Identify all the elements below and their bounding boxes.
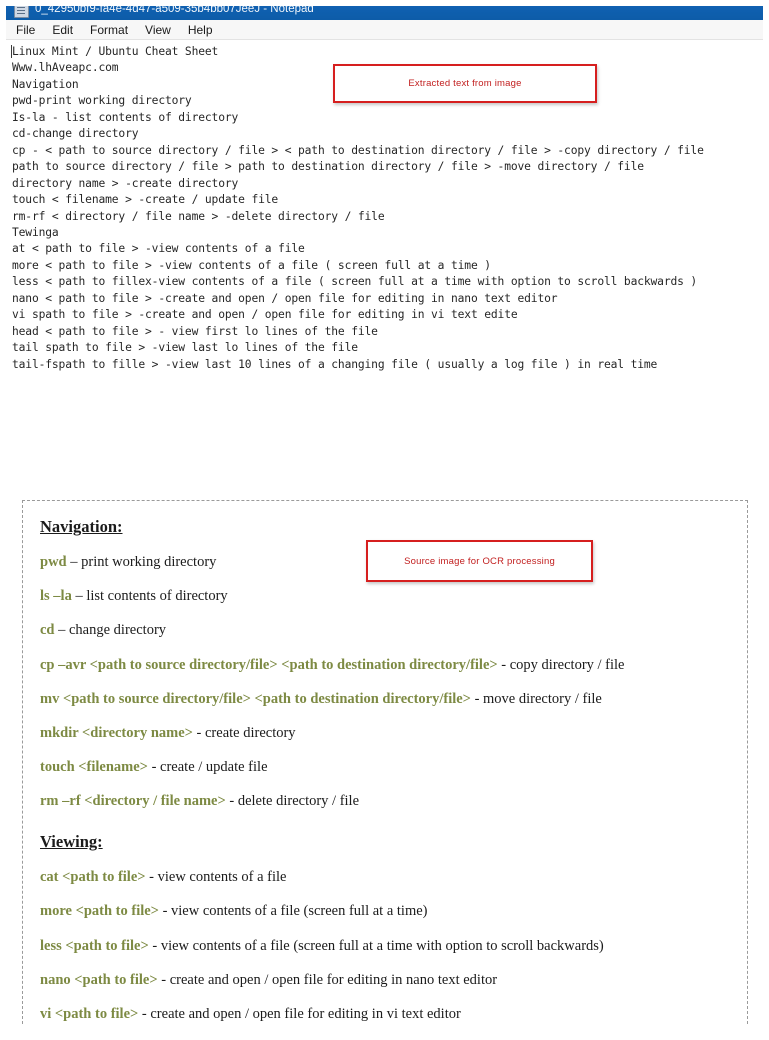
doc-command-name: nano <path to file> <box>40 971 158 988</box>
menu-item-view[interactable]: View <box>145 23 171 37</box>
doc-command-name: more <path to file> <box>40 903 159 920</box>
notepad-line: cp - < path to source directory / file >… <box>12 143 704 157</box>
doc-command-name: cp –avr <path to source directory/file> … <box>40 656 498 673</box>
doc-command-row: mkdir <directory name> - create director… <box>40 725 741 742</box>
doc-command-description: – print working directory <box>66 554 217 571</box>
doc-command-description: - view contents of a file <box>145 869 287 886</box>
menu-item-file[interactable]: File <box>16 23 35 37</box>
notepad-line: tail spath to file > -view last lo lines… <box>12 341 358 355</box>
notepad-line: Tewinga <box>12 225 59 239</box>
doc-command-row: touch <filename> - create / update file <box>40 759 741 776</box>
doc-command-description: - create and open / open file for editin… <box>138 1005 461 1022</box>
doc-command-name: mkdir <directory name> <box>40 725 193 741</box>
notepad-line: cd-change directory <box>12 127 139 141</box>
doc-command-name: less <path to file> <box>40 937 149 954</box>
doc-command-row: more <path to file> - view contents of a… <box>40 903 741 920</box>
notepad-line: less < path to fillex-view contents of a… <box>12 275 698 289</box>
annotation-source-label: Source image for OCR processing <box>404 555 555 567</box>
doc-command-row: nano <path to file> - create and open / … <box>40 972 741 989</box>
annotation-extracted-label: Extracted text from image <box>408 78 522 89</box>
doc-command-row: ls –la – list contents of directory <box>40 588 741 605</box>
notepad-line: vi spath to file > -create and open / op… <box>12 308 518 322</box>
notepad-line: rm-rf < directory / file name > -delete … <box>12 209 385 223</box>
notepad-line: Linux Mint / Ubuntu Cheat Sheet <box>12 45 219 58</box>
doc-command-row: less <path to file> - view contents of a… <box>40 938 741 955</box>
doc-command-description: - view contents of a file (screen full a… <box>158 903 428 920</box>
notepad-line: head < path to file > - view first lo li… <box>12 324 378 338</box>
doc-command-description: - delete directory / file <box>225 793 360 810</box>
menu-item-format[interactable]: Format <box>90 23 128 37</box>
doc-command-description: – list contents of directory <box>71 588 228 605</box>
doc-command-row: cd – change directory <box>40 622 741 639</box>
menubar-divider <box>6 39 763 40</box>
doc-section-heading: Navigation: <box>40 517 123 536</box>
doc-command-row: cp –avr <path to source directory/file> … <box>40 657 741 674</box>
doc-command-name: pwd <box>40 554 67 571</box>
doc-command-name: cd <box>40 622 55 639</box>
doc-command-name: mv <path to source directory/file> <path… <box>40 690 471 707</box>
notepad-line: path to source directory / file > path t… <box>12 160 644 174</box>
menu-item-help[interactable]: Help <box>188 23 213 37</box>
notepad-line: touch < filename > -create / update file <box>12 193 279 207</box>
doc-command-name: ls –la <box>40 588 72 605</box>
notepad-line: Is-la - list contents of directory <box>12 110 239 124</box>
doc-command-row: rm –rf <directory / file name> - delete … <box>40 793 741 810</box>
annotation-extracted-text: Extracted text from image <box>333 64 597 103</box>
doc-section-heading: Viewing: <box>40 832 103 852</box>
menu-item-edit[interactable]: Edit <box>52 23 73 37</box>
doc-command-description: - create directory <box>192 725 296 741</box>
doc-command-name: vi <path to file> <box>40 1005 139 1022</box>
notepad-line: directory name > -create directory <box>12 176 239 190</box>
notepad-line: at < path to file > -view contents of a … <box>12 242 305 256</box>
doc-command-description: - move directory / file <box>470 690 602 707</box>
doc-command-row: cat <path to file> - view contents of a … <box>40 869 741 886</box>
notepad-menubar: File Edit Format View Help <box>6 20 763 39</box>
titlebar-top-clip <box>0 0 769 6</box>
doc-command-description: - copy directory / file <box>497 656 625 673</box>
source-document-content: Navigation: pwd – print working directory… <box>40 517 741 1040</box>
notepad-line: nano < path to file > -create and open /… <box>12 291 558 305</box>
doc-command-name: cat <path to file> <box>40 869 146 886</box>
annotation-source-image: Source image for OCR processing <box>366 540 593 582</box>
doc-command-row: vi <path to file> - create and open / op… <box>40 1006 741 1023</box>
doc-command-description: - view contents of a file (screen full a… <box>148 937 604 954</box>
notepad-line: more < path to file > -view contents of … <box>12 258 491 272</box>
doc-command-description: - create and open / open file for editin… <box>157 971 498 988</box>
doc-command-description: – change directory <box>54 622 167 639</box>
doc-command-row: mv <path to source directory/file> <path… <box>40 691 741 708</box>
doc-command-name: touch <filename> <box>40 759 148 776</box>
notepad-line: tail-fspath to fille > -view last 10 lin… <box>12 357 658 371</box>
doc-command-description: - create / update file <box>147 759 268 776</box>
doc-command-name: rm –rf <directory / file name> <box>40 793 226 810</box>
